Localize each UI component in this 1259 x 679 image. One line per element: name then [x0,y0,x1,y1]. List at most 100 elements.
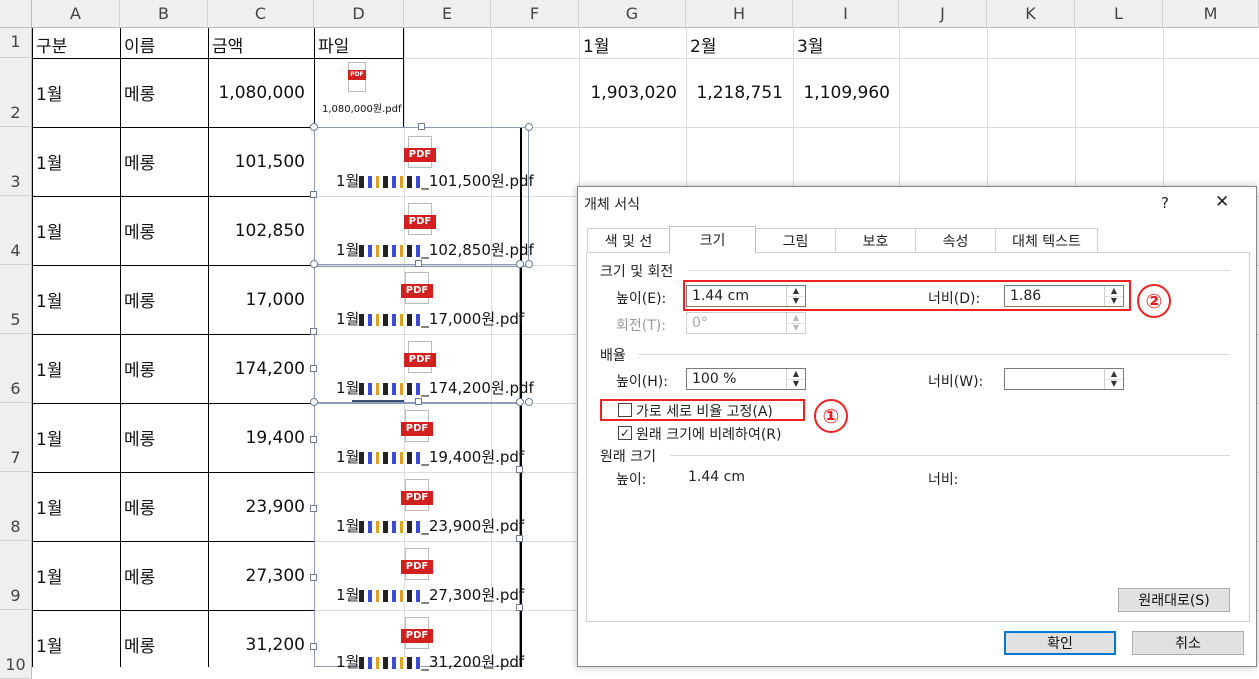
resize-handle[interactable] [310,505,317,512]
name-cell[interactable]: 메롱 [124,127,155,196]
close-icon[interactable]: ✕ [1215,192,1229,212]
column-header-f[interactable]: F [491,0,579,28]
name-cell[interactable]: 메롱 [124,334,155,403]
help-button[interactable]: ? [1161,194,1169,212]
amount-cell[interactable]: 101,500 [208,127,305,196]
amount-cell[interactable]: 17,000 [208,265,305,334]
row-header-9[interactable]: 9 [0,541,32,610]
amount-cell[interactable]: 102,850 [208,196,305,265]
row-header-3[interactable]: 3 [0,127,32,196]
resize-handle[interactable] [310,260,318,268]
column-header-e[interactable]: E [404,0,491,28]
pdf-file-icon[interactable]: PDF [344,62,368,96]
scale-height-value[interactable]: 100 % [692,371,736,387]
month-cell[interactable]: 1월 [36,334,62,403]
month-cell[interactable]: 1월 [36,541,62,610]
column-header-b[interactable]: B [120,0,208,28]
pdf-file-icon[interactable]: PDF [404,203,436,237]
resize-handle[interactable] [525,123,533,131]
header-cell-i1[interactable]: 3월 [797,30,823,58]
column-header-a[interactable]: A [32,0,120,28]
amount-cell[interactable]: 23,900 [208,472,305,541]
name-cell[interactable]: 메롱 [124,403,155,472]
column-header-k[interactable]: K [987,0,1075,28]
spin-down-icon[interactable]: ▼ [787,379,805,389]
spin-down-icon[interactable]: ▼ [1105,379,1123,389]
amount-cell[interactable]: 31,200 [208,610,305,679]
amount-cell[interactable]: 1,080,000 [208,58,305,127]
resize-handle[interactable] [310,436,317,443]
name-cell[interactable]: 메롱 [124,610,155,679]
resize-handle[interactable] [310,643,317,650]
resize-handle[interactable] [525,398,533,406]
resize-handle[interactable] [516,604,523,611]
pdf-file-icon[interactable]: PDF [404,136,436,170]
month-cell[interactable]: 1월 [36,472,62,541]
resize-handle[interactable] [415,398,422,405]
scale-height-spinner[interactable]: 100 % ▲ ▼ [686,368,806,390]
scale-width-spinner[interactable]: ▲ ▼ [1004,368,1124,390]
month-cell[interactable]: 1월 [36,196,62,265]
name-cell[interactable]: 메롱 [124,541,155,610]
tab-size[interactable]: 크기 [669,226,756,253]
month-cell[interactable]: 1월 [36,127,62,196]
name-cell[interactable]: 메롱 [124,58,155,127]
spin-arrows[interactable]: ▲ ▼ [1104,369,1123,389]
resize-handle[interactable] [310,398,318,406]
total-cell-i2[interactable]: 1,109,960 [793,58,890,127]
column-header-l[interactable]: L [1075,0,1163,28]
resize-handle[interactable] [516,260,524,268]
row-header-8[interactable]: 8 [0,472,32,541]
relative-original-label[interactable]: 원래 크기에 비례하여(R) [636,424,781,444]
month-cell[interactable]: 1월 [36,610,62,679]
header-cell-a1[interactable]: 구분 [36,30,67,58]
column-header-h[interactable]: H [686,0,793,28]
rotation-value[interactable]: 0° [692,315,708,331]
name-cell[interactable]: 메롱 [124,265,155,334]
tab-protection[interactable]: 보호 [835,228,916,252]
column-header-j[interactable]: J [899,0,987,28]
name-cell[interactable]: 메롱 [124,196,155,265]
resize-handle[interactable] [310,191,317,198]
total-cell-g2[interactable]: 1,903,020 [579,58,677,127]
cancel-button[interactable]: 취소 [1132,631,1244,655]
pdf-file-icon[interactable]: PDF [401,410,433,444]
resize-handle[interactable] [525,260,533,268]
ok-button[interactable]: 확인 [1004,631,1116,655]
pdf-file-icon[interactable]: PDF [404,341,436,375]
pdf-file-icon[interactable]: PDF [401,617,433,651]
spin-arrows[interactable]: ▲ ▼ [786,369,805,389]
name-cell[interactable]: 메롱 [124,472,155,541]
pdf-file-icon[interactable]: PDF [401,479,433,513]
header-cell-d1[interactable]: 파일 [318,30,349,58]
month-cell[interactable]: 1월 [36,265,62,334]
column-header-i[interactable]: I [793,0,899,28]
resize-handle[interactable] [310,328,317,335]
amount-cell[interactable]: 27,300 [208,541,305,610]
amount-cell[interactable]: 19,400 [208,403,305,472]
resize-handle[interactable] [418,123,425,130]
header-cell-c1[interactable]: 금액 [212,30,243,58]
resize-handle[interactable] [310,123,318,131]
row-header-5[interactable]: 5 [0,265,32,334]
resize-handle[interactable] [516,535,523,542]
select-all-corner[interactable] [0,0,32,28]
resize-handle[interactable] [415,260,422,267]
month-cell[interactable]: 1월 [36,58,62,127]
row-header-10[interactable]: 10 [0,610,32,679]
row-header-1[interactable]: 1 [0,28,32,58]
rotation-spinner[interactable]: 0° ▲ ▼ [686,312,806,334]
total-cell-h2[interactable]: 1,218,751 [686,58,783,127]
tab-properties[interactable]: 속성 [915,228,996,252]
column-header-c[interactable]: C [208,0,314,28]
resize-handle[interactable] [310,365,317,372]
header-cell-b1[interactable]: 이름 [124,30,155,58]
resize-handle[interactable] [516,398,524,406]
tab-colors-lines[interactable]: 색 및 선 [587,228,670,252]
header-cell-g1[interactable]: 1월 [583,30,609,58]
tab-picture[interactable]: 그림 [755,228,836,252]
row-header-7[interactable]: 7 [0,403,32,472]
amount-cell[interactable]: 174,200 [208,334,305,403]
row-header-6[interactable]: 6 [0,334,32,403]
resize-handle[interactable] [516,466,523,473]
